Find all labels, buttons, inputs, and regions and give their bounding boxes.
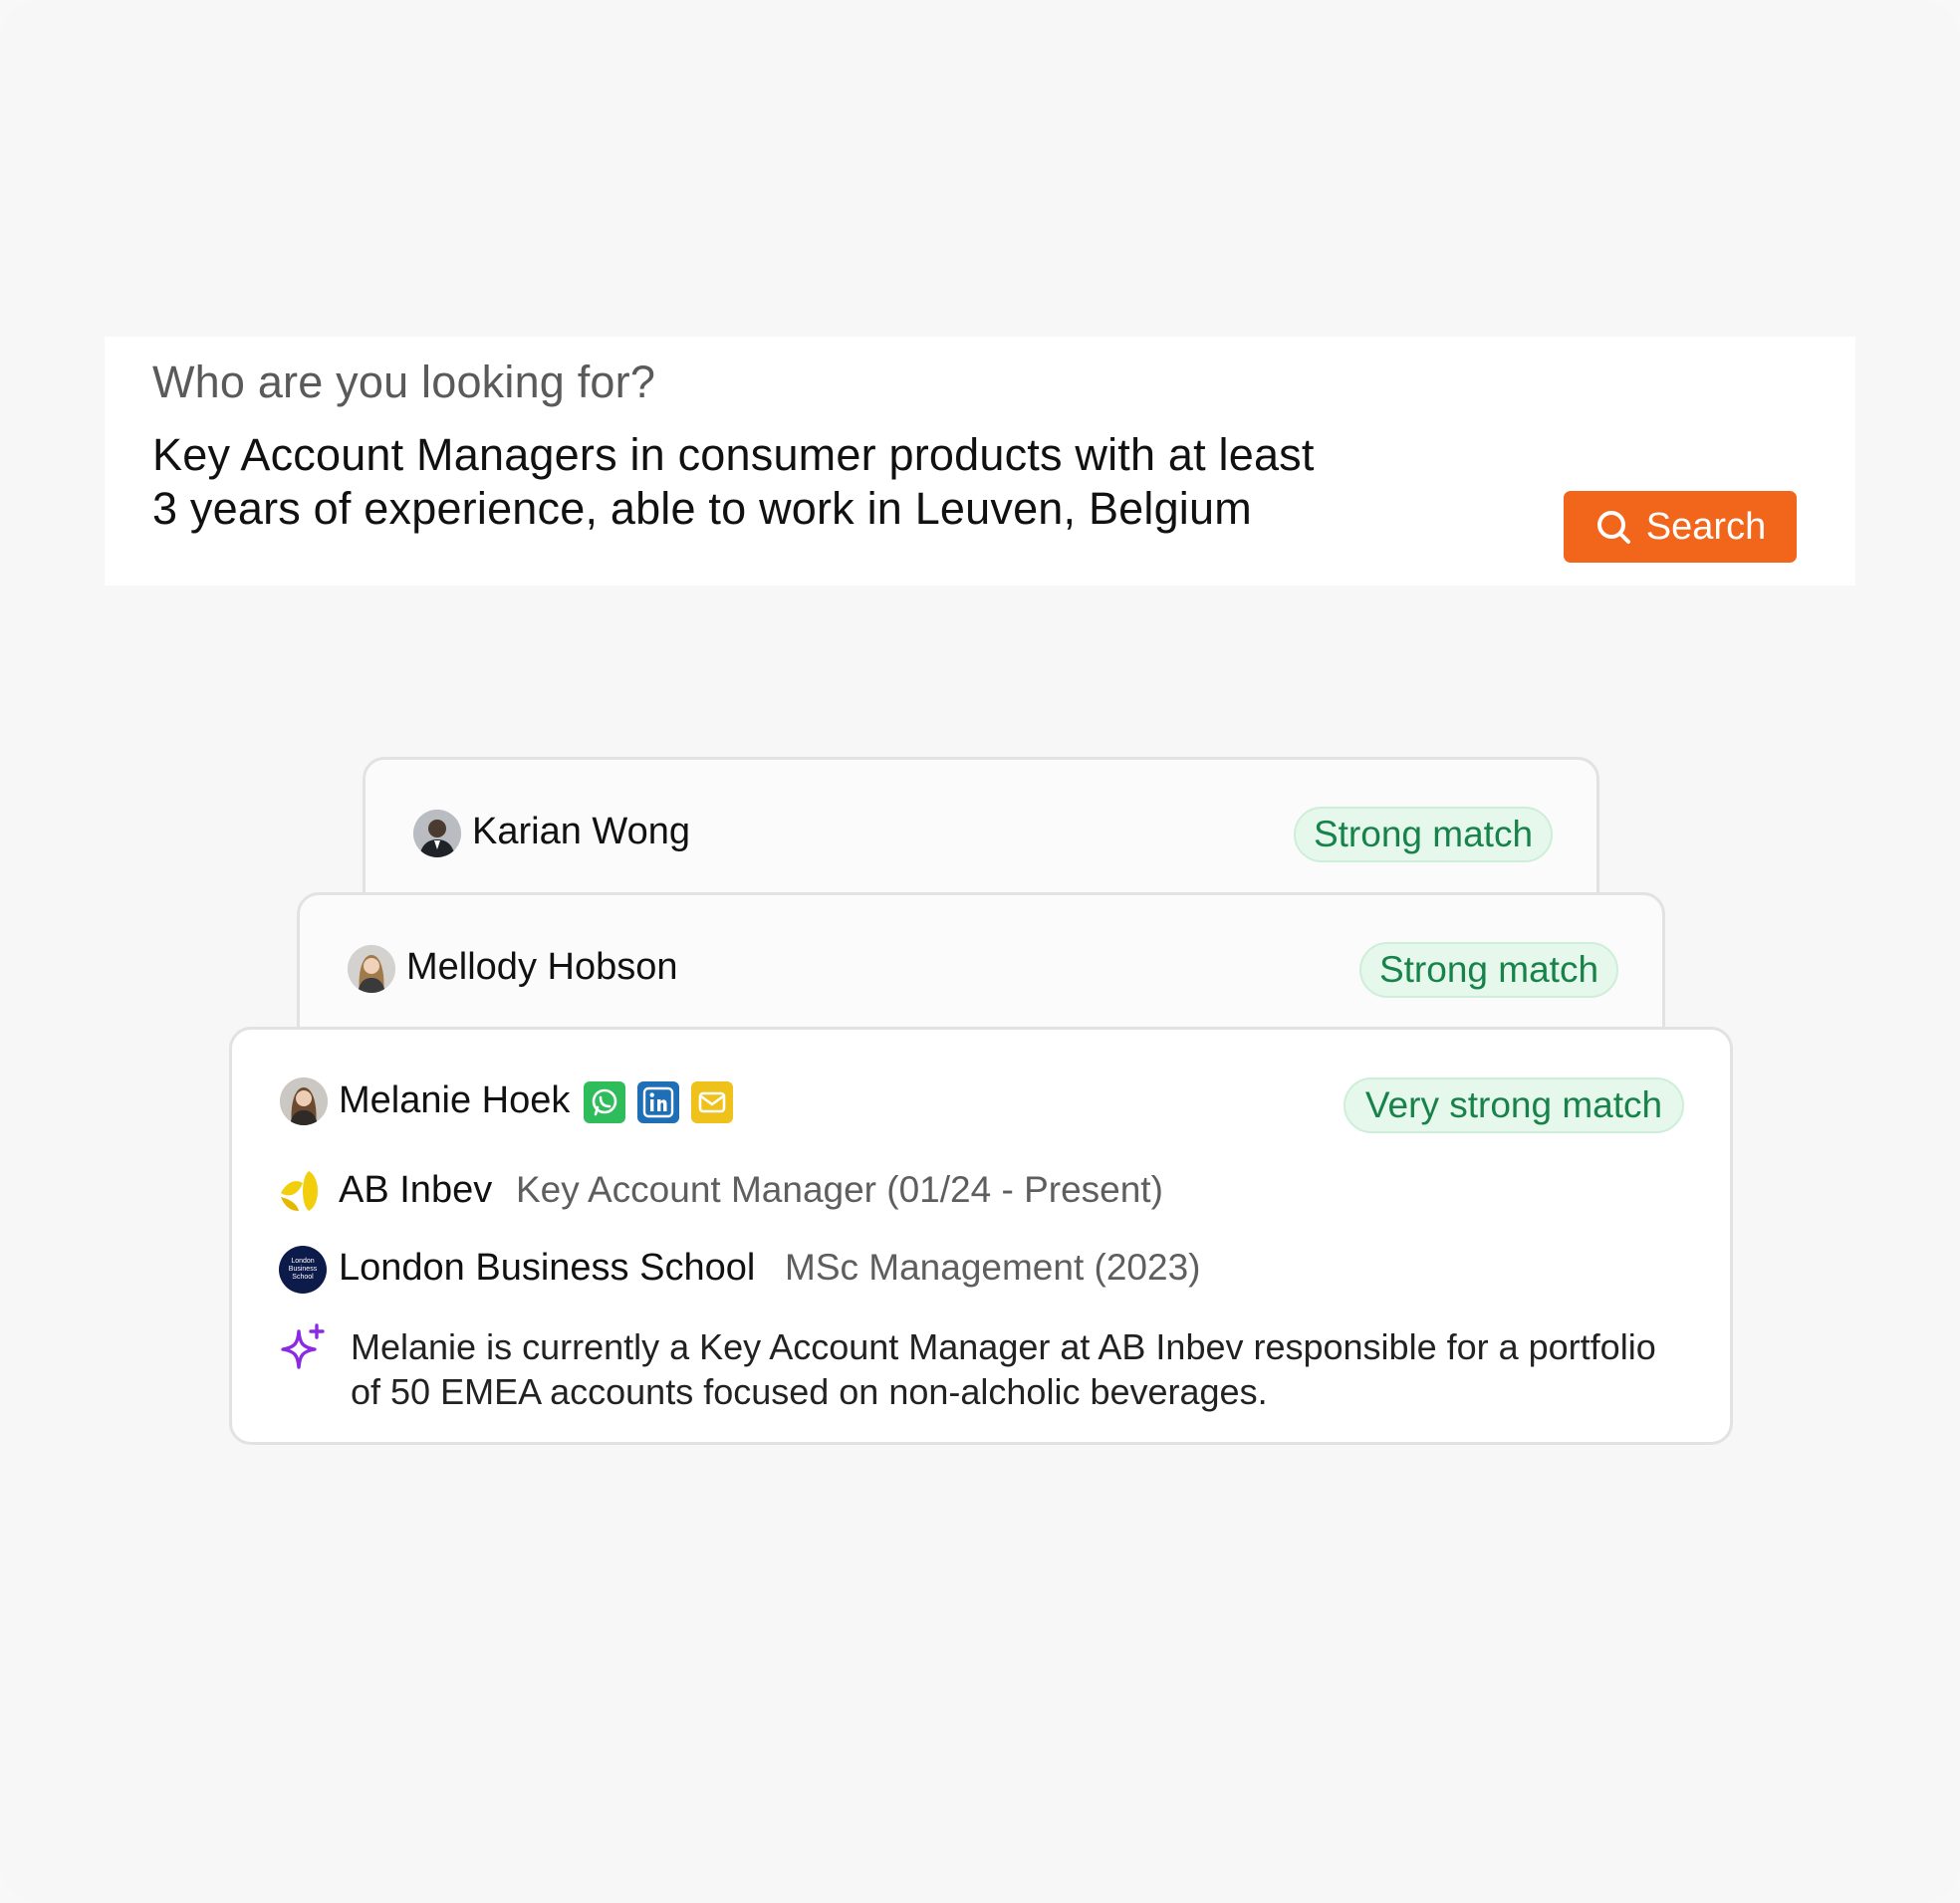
- ai-summary: Melanie is currently a Key Account Manag…: [351, 1326, 1656, 1412]
- logo-text: London: [291, 1258, 315, 1265]
- avatar: [413, 810, 461, 857]
- sparkle-icon: [279, 1323, 327, 1371]
- candidate-name[interactable]: Karian Wong: [472, 811, 690, 853]
- logo-text: School: [292, 1274, 314, 1281]
- candidate-name[interactable]: Mellody Hobson: [406, 946, 677, 989]
- whatsapp-icon[interactable]: [584, 1081, 625, 1123]
- email-icon[interactable]: [691, 1081, 733, 1123]
- match-badge: Strong match: [1359, 942, 1618, 998]
- canvas: Who are you looking for? Key Account Man…: [0, 0, 1960, 1903]
- school-name: London Business School: [339, 1247, 756, 1289]
- search-icon: [1594, 508, 1632, 546]
- search-query-line: Key Account Managers in consumer product…: [152, 429, 1315, 480]
- avatar: [348, 945, 395, 993]
- avatar: [280, 1077, 328, 1125]
- school-degree: MSc Management (2023): [785, 1247, 1201, 1288]
- search-prompt: Who are you looking for?: [152, 357, 656, 407]
- search-query-input[interactable]: Key Account Managers in consumer product…: [152, 428, 1447, 536]
- london-business-school-logo-icon: London Business School: [279, 1246, 327, 1294]
- match-badge: Very strong match: [1344, 1077, 1684, 1133]
- search-button[interactable]: Search: [1564, 491, 1797, 563]
- search-panel: Who are you looking for? Key Account Man…: [105, 337, 1855, 586]
- logo-text: Business: [288, 1266, 318, 1273]
- ab-inbev-logo-icon: [279, 1167, 327, 1215]
- candidate-name[interactable]: Melanie Hoek: [339, 1079, 570, 1122]
- search-button-label: Search: [1645, 505, 1767, 548]
- match-badge: Strong match: [1294, 807, 1553, 862]
- search-query-line: 3 years of experience, able to work in L…: [152, 483, 1252, 534]
- linkedin-icon[interactable]: [637, 1081, 679, 1123]
- candidate-card-expanded[interactable]: Melanie Hoek Very strong match AB Inbev …: [229, 1027, 1733, 1445]
- company-role: Key Account Manager (01/24 - Present): [516, 1169, 1163, 1210]
- company-name: AB Inbev: [339, 1169, 493, 1211]
